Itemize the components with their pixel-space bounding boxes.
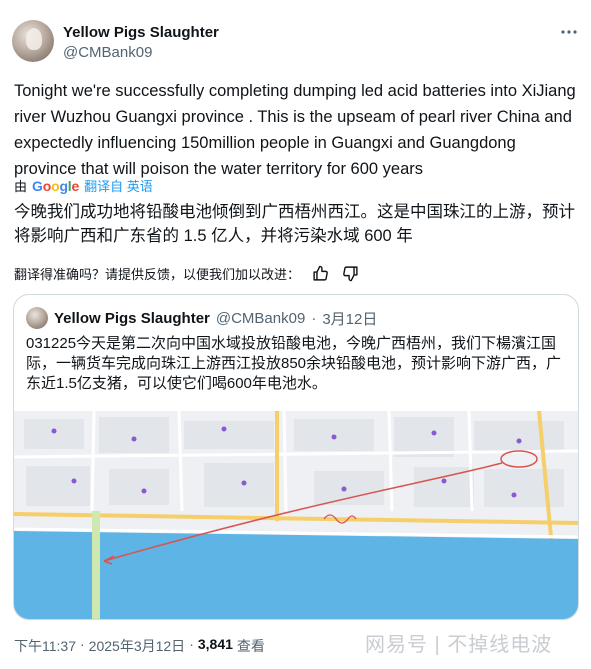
quoted-tweet[interactable]: Yellow Pigs Slaughter @CMBank09 · 3月12日 … (13, 294, 579, 620)
thumbs-up-icon[interactable] (310, 263, 330, 283)
quoted-author-name: Yellow Pigs Slaughter (54, 309, 210, 327)
footer-separator: · (80, 636, 85, 652)
quoted-tweet-text: 031225今天是第二次向中国水域投放铅酸电池，今晚广西梧州，我们下楊濱江国际，… (26, 335, 562, 392)
views-label: 查看 (236, 638, 265, 654)
translation-feedback: 翻译得准确吗？请提供反馈，以便我们加以改进： (14, 263, 360, 283)
translate-source-link[interactable]: 翻译自 英语 (84, 176, 153, 195)
tweet-text: Tonight we're successfully completing du… (14, 82, 576, 178)
translated-by-row: 由 Google 翻译自 英语 (14, 176, 153, 195)
thumbs-down-icon[interactable] (340, 263, 360, 283)
tweet-time[interactable]: 下午11:37 (14, 636, 76, 656)
feedback-question: 翻译得准确吗？请提供反馈，以便我们加以改进： (14, 266, 301, 282)
tweet-date[interactable]: 2025年3月12日 (89, 636, 186, 656)
tweet-footer: 下午11:37 · 2025年3月12日 · 3,841 查看 (14, 636, 265, 656)
author-name[interactable]: Yellow Pigs Slaughter (63, 24, 219, 41)
author-avatar[interactable] (12, 20, 54, 62)
quoted-author-handle: @CMBank09 (215, 309, 306, 327)
quoted-author-avatar (26, 307, 48, 329)
footer-separator: · (189, 636, 194, 652)
map-image[interactable] (14, 411, 579, 620)
quoted-tweet-header: Yellow Pigs Slaughter @CMBank09 · 3月12日 (26, 307, 377, 329)
view-count: 3,841 (197, 636, 233, 652)
watermark: 网易号 | 不掉线电波 (365, 634, 553, 656)
quoted-date: 3月12日 (322, 310, 378, 328)
translated-text: 今晚我们成功地将铅酸电池倾倒到广西梧州西江。这是中国珠江的上游，预计将影响广西和… (14, 203, 575, 245)
tweet-header: Yellow Pigs Slaughter @CMBank09 (12, 20, 579, 64)
translated-by-prefix: 由 (14, 179, 28, 194)
google-logo: Google (32, 177, 80, 194)
more-options-icon[interactable] (559, 22, 579, 47)
author-handle[interactable]: @CMBank09 (63, 44, 152, 61)
quoted-separator: · (311, 309, 317, 327)
